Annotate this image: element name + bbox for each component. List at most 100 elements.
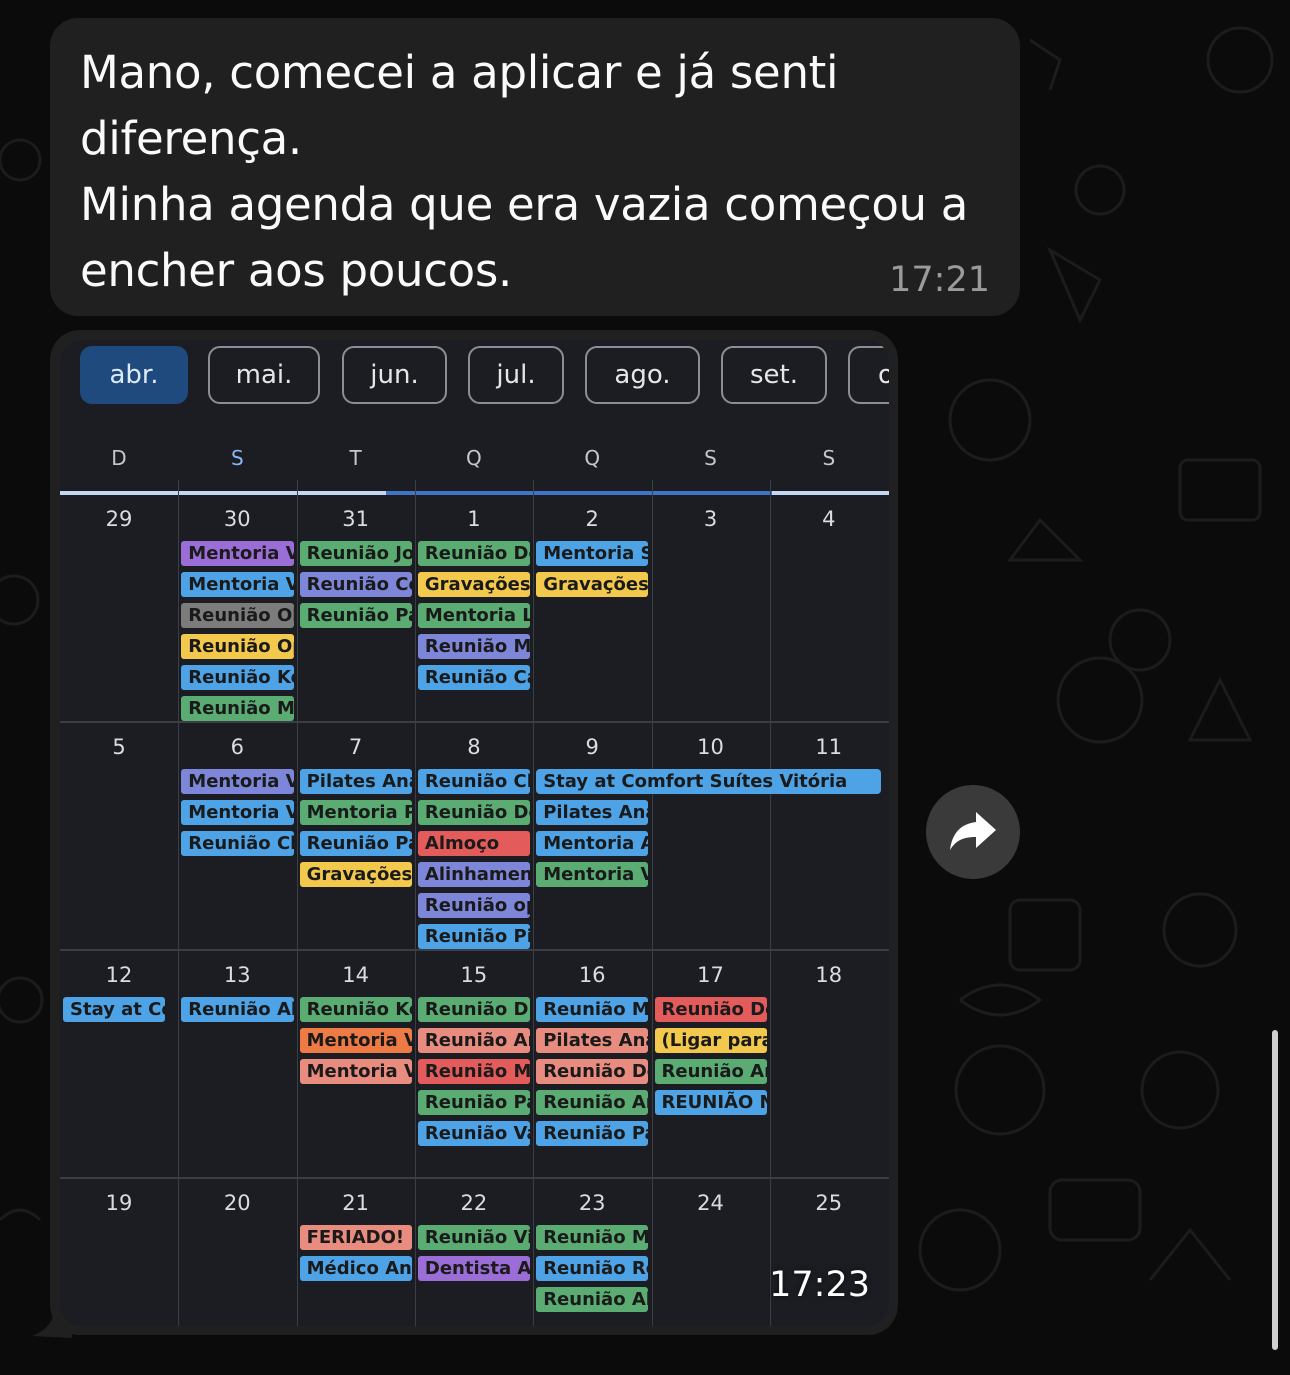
calendar-event[interactable]: Reunião Pi xyxy=(417,924,531,949)
calendar-event[interactable]: Mentoria P xyxy=(299,800,412,825)
day-number[interactable]: 17 xyxy=(652,963,770,987)
calendar-event[interactable]: Reunião Ca xyxy=(417,665,531,690)
calendar-event[interactable]: Gravações xyxy=(299,862,412,887)
day-number[interactable]: 19 xyxy=(60,1191,178,1215)
calendar-event[interactable]: Reunião Vi xyxy=(417,1225,531,1250)
calendar-event[interactable]: Reunião Ma xyxy=(417,634,531,659)
calendar-event[interactable]: Pilates Ana xyxy=(536,1028,649,1053)
calendar-event[interactable]: Mentoria V xyxy=(536,862,649,887)
day-number[interactable]: 3 xyxy=(652,507,770,531)
calendar-event[interactable]: Reunião Pa xyxy=(417,1090,531,1115)
calendar-event[interactable]: Reunião Ma xyxy=(181,696,294,721)
calendar-event[interactable]: Reunião op xyxy=(417,893,531,918)
month-tab[interactable]: mai. xyxy=(208,346,320,404)
calendar-event[interactable]: Mentoria V xyxy=(181,572,294,597)
scrollbar[interactable] xyxy=(1272,1030,1278,1350)
calendar-event[interactable]: Mentoria V xyxy=(299,1059,412,1084)
calendar-event[interactable]: Almoço xyxy=(417,831,531,856)
calendar-event[interactable]: Reunião Al xyxy=(181,997,294,1022)
day-number[interactable]: 24 xyxy=(652,1191,770,1215)
calendar-event[interactable]: Mentoria V xyxy=(181,541,294,566)
calendar-event[interactable]: Mentoria S xyxy=(536,541,649,566)
forward-button[interactable] xyxy=(926,785,1020,879)
calendar-event[interactable]: Mentoria V xyxy=(181,800,294,825)
day-number[interactable]: 11 xyxy=(770,735,888,759)
calendar-event[interactable]: Mentoria L xyxy=(417,603,531,628)
calendar-screenshot[interactable]: abr. mai. jun. jul. ago. set. o DSTQQSS 29 30 31… xyxy=(60,340,889,1326)
calendar-event[interactable]: Reunião Ar xyxy=(654,1059,767,1084)
calendar-event[interactable]: Reunião Pa xyxy=(299,603,412,628)
day-number[interactable]: 13 xyxy=(178,963,296,987)
incoming-text-message[interactable]: Mano, comecei a aplicar e já senti difer… xyxy=(50,18,1020,316)
day-number[interactable]: 9 xyxy=(533,735,651,759)
day-number[interactable]: 8 xyxy=(415,735,533,759)
calendar-event[interactable]: Reunião Ar xyxy=(417,1028,531,1053)
calendar-event[interactable]: Reunião Op xyxy=(181,634,294,659)
calendar-event[interactable]: Reunião Ar xyxy=(536,1090,649,1115)
day-number[interactable]: 16 xyxy=(533,963,651,987)
calendar-event[interactable]: Reunião Mi xyxy=(536,1225,649,1250)
calendar-event[interactable]: Reunião Cl xyxy=(181,831,294,856)
day-number[interactable]: 20 xyxy=(178,1191,296,1215)
day-number[interactable]: 18 xyxy=(770,963,888,987)
calendar-event[interactable]: Reunião Ke xyxy=(299,997,412,1022)
message-line: Minha agenda que era vazia começou a xyxy=(80,178,969,231)
calendar-event[interactable]: Reunião Al xyxy=(536,1287,649,1312)
calendar-event[interactable]: Reunião Pa xyxy=(536,1121,649,1146)
calendar-event[interactable]: Stay at Comfort Suítes Vitória xyxy=(536,769,882,794)
calendar-event[interactable]: Reunião Ma xyxy=(417,1059,531,1084)
day-number[interactable]: 29 xyxy=(60,507,178,531)
calendar-event[interactable]: Dentista A xyxy=(417,1256,531,1281)
calendar-event[interactable]: Reunião Cl xyxy=(417,769,531,794)
calendar-event[interactable]: Reunião Ke xyxy=(181,665,294,690)
month-tab[interactable]: jul. xyxy=(468,346,564,404)
day-number[interactable]: 7 xyxy=(297,735,415,759)
calendar-event[interactable]: Reunião Ol xyxy=(181,603,294,628)
calendar-event[interactable]: Reunião De xyxy=(417,541,531,566)
calendar-event[interactable]: Reunião De xyxy=(536,1059,649,1084)
day-number[interactable]: 23 xyxy=(533,1191,651,1215)
calendar-event[interactable]: REUNIÃO N xyxy=(654,1090,767,1115)
calendar-event[interactable]: Gravações xyxy=(536,572,649,597)
day-number[interactable]: 6 xyxy=(178,735,296,759)
month-tab[interactable]: jun. xyxy=(342,346,447,404)
day-number[interactable]: 10 xyxy=(652,735,770,759)
day-number[interactable]: 14 xyxy=(297,963,415,987)
day-number[interactable]: 22 xyxy=(415,1191,533,1215)
calendar-event[interactable]: Reunião Pa xyxy=(299,831,412,856)
calendar-event[interactable]: Reunião Mi xyxy=(536,997,649,1022)
day-number[interactable]: 2 xyxy=(533,507,651,531)
calendar-event[interactable]: Mentoria V xyxy=(299,1028,412,1053)
day-number[interactable]: 1 xyxy=(415,507,533,531)
calendar-event[interactable]: (Ligar para xyxy=(654,1028,767,1053)
calendar-event[interactable]: Reunião Re xyxy=(536,1256,649,1281)
calendar-event[interactable]: Pilates Ana xyxy=(299,769,412,794)
calendar-event[interactable]: Stay at Co xyxy=(63,997,166,1022)
calendar-event[interactable]: Pilates Ana xyxy=(536,800,649,825)
day-number[interactable]: 5 xyxy=(60,735,178,759)
calendar-event[interactable]: Reunião De xyxy=(417,800,531,825)
day-number[interactable]: 15 xyxy=(415,963,533,987)
month-tab[interactable]: abr. xyxy=(80,346,188,404)
calendar-event[interactable]: Reunião Va xyxy=(417,1121,531,1146)
calendar-event[interactable]: Reunião Jo xyxy=(299,541,412,566)
day-number[interactable]: 21 xyxy=(297,1191,415,1215)
month-tab[interactable]: set. xyxy=(721,346,827,404)
calendar-event[interactable]: Gravações xyxy=(417,572,531,597)
calendar-event[interactable]: Reunião De xyxy=(654,997,767,1022)
calendar-event[interactable]: Alinhamen xyxy=(417,862,531,887)
calendar-event[interactable]: Reunião Dr xyxy=(417,997,531,1022)
month-tab[interactable]: o xyxy=(848,346,889,404)
day-number[interactable]: 12 xyxy=(60,963,178,987)
month-tab[interactable]: ago. xyxy=(585,346,700,404)
calendar-event[interactable]: Mentoria A xyxy=(536,831,649,856)
calendar-event[interactable]: Reunião Co xyxy=(299,572,412,597)
day-number[interactable]: 31 xyxy=(297,507,415,531)
calendar-event[interactable]: FERIADO! xyxy=(299,1225,412,1250)
day-number[interactable]: 4 xyxy=(770,507,888,531)
incoming-image-message[interactable]: abr. mai. jun. jul. ago. set. o DSTQQSS 29 30 31… xyxy=(50,330,898,1335)
day-number[interactable]: 30 xyxy=(178,507,296,531)
calendar-event[interactable]: Médico An xyxy=(299,1256,412,1281)
day-number[interactable]: 25 xyxy=(770,1191,888,1215)
calendar-event[interactable]: Mentoria V xyxy=(181,769,294,794)
